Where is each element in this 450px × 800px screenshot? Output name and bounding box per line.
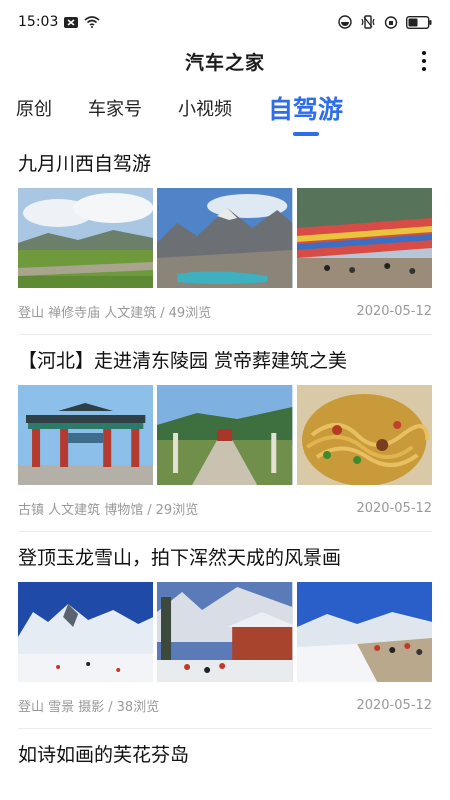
status-left: 15:03 bbox=[18, 14, 100, 30]
battery-icon bbox=[406, 15, 432, 29]
app-header: 汽车之家 bbox=[0, 44, 450, 78]
article-card[interactable]: 登顶玉龙雪山，拍下浑然天成的风景画 登山 雪景 摄影 / 38浏览 2020-0… bbox=[18, 532, 432, 729]
article-thumbnail-prayer-flags[interactable] bbox=[296, 188, 432, 288]
article-tags: 登山 禅修寺庙 人文建筑 bbox=[18, 305, 157, 321]
active-tab-indicator bbox=[292, 132, 319, 136]
article-meta: 古镇 人文建筑 博物馆/29浏览 2020-05-12 bbox=[18, 485, 432, 531]
tab-chejiahao[interactable]: 车家号 bbox=[88, 78, 142, 138]
meta-separator: / bbox=[160, 305, 165, 321]
vibrate-icon bbox=[360, 15, 376, 29]
article-meta: 登山 雪景 摄影/38浏览 2020-05-12 bbox=[18, 682, 432, 728]
article-title[interactable]: 登顶玉龙雪山，拍下浑然天成的风景画 bbox=[18, 544, 432, 574]
article-tags: 古镇 人文建筑 博物馆 bbox=[18, 502, 144, 518]
category-tabs: 原创 车家号 小视频 自驾游 bbox=[0, 78, 450, 138]
status-right bbox=[338, 15, 432, 29]
article-views: 49浏览 bbox=[168, 305, 212, 321]
page-title: 汽车之家 bbox=[184, 51, 265, 74]
meta-separator: / bbox=[108, 699, 113, 715]
more-vertical-icon bbox=[422, 51, 426, 55]
article-views: 38浏览 bbox=[116, 699, 160, 715]
more-options-button[interactable] bbox=[414, 48, 434, 74]
status-time: 15:03 bbox=[18, 14, 59, 30]
article-thumbnails bbox=[18, 582, 432, 682]
tab-label: 原创 bbox=[16, 99, 52, 120]
article-thumbnail-noodles[interactable] bbox=[296, 385, 432, 485]
article-date: 2020-05-12 bbox=[356, 500, 432, 516]
article-tags-views: 古镇 人文建筑 博物馆/29浏览 bbox=[18, 499, 198, 518]
tab-label: 车家号 bbox=[88, 99, 142, 120]
article-tags: 登山 雪景 摄影 bbox=[18, 699, 105, 715]
notification-icon bbox=[64, 16, 79, 28]
article-tags-views: 登山 雪景 摄影/38浏览 bbox=[18, 696, 159, 715]
status-bar: 15:03 bbox=[0, 0, 450, 44]
article-thumbnail-memorial-arch[interactable] bbox=[18, 385, 154, 485]
tab-label: 自驾游 bbox=[268, 95, 344, 124]
article-title[interactable]: 【河北】走进清东陵园 赏帝葬建筑之美 bbox=[18, 347, 432, 377]
article-thumbnails bbox=[18, 188, 432, 288]
article-thumbnails bbox=[18, 385, 432, 485]
tab-label: 小视频 bbox=[178, 99, 232, 120]
wifi-icon bbox=[84, 16, 100, 28]
article-date: 2020-05-12 bbox=[356, 303, 432, 319]
article-thumbnail-grassland[interactable] bbox=[18, 188, 154, 288]
article-thumbnail-snow-village[interactable] bbox=[157, 582, 293, 682]
article-title[interactable]: 九月川西自驾游 bbox=[18, 150, 432, 180]
article-thumbnail-snow-peaks[interactable] bbox=[18, 582, 154, 682]
article-date: 2020-05-12 bbox=[356, 697, 432, 713]
article-thumbnail-snow-platform[interactable] bbox=[296, 582, 432, 682]
tab-original[interactable]: 原创 bbox=[16, 78, 52, 138]
more-vertical-dot bbox=[422, 67, 426, 71]
eye-comfort-icon bbox=[338, 15, 352, 29]
article-card[interactable]: 【河北】走进清东陵园 赏帝葬建筑之美 古镇 人文建筑 博物馆 / 29浏览 20… bbox=[18, 335, 432, 532]
article-meta: 登山 禅修寺庙 人文建筑/49浏览 2020-05-12 bbox=[18, 288, 432, 334]
tab-short-video[interactable]: 小视频 bbox=[178, 78, 232, 138]
article-title[interactable]: 如诗如画的芙花芬岛 bbox=[18, 741, 432, 771]
article-thumbnail-mountain-lake[interactable] bbox=[157, 188, 293, 288]
tab-self-drive[interactable]: 自驾游 bbox=[268, 78, 343, 138]
article-tags-views: 登山 禅修寺庙 人文建筑/49浏览 bbox=[18, 302, 211, 321]
article-views: 29浏览 bbox=[155, 502, 199, 518]
meta-separator: / bbox=[147, 502, 152, 518]
article-feed[interactable]: 九月川西自驾游 登山 禅修寺庙 人文建筑 / 49浏览 2020-05-12 【… bbox=[0, 138, 450, 771]
article-card[interactable]: 九月川西自驾游 登山 禅修寺庙 人文建筑 / 49浏览 2020-05-12 bbox=[18, 138, 432, 335]
more-vertical-dot bbox=[422, 59, 426, 63]
article-thumbnail-sacred-way[interactable] bbox=[157, 385, 293, 485]
article-card[interactable]: 如诗如画的芙花芬岛 bbox=[18, 729, 432, 771]
alarm-icon bbox=[384, 15, 398, 29]
